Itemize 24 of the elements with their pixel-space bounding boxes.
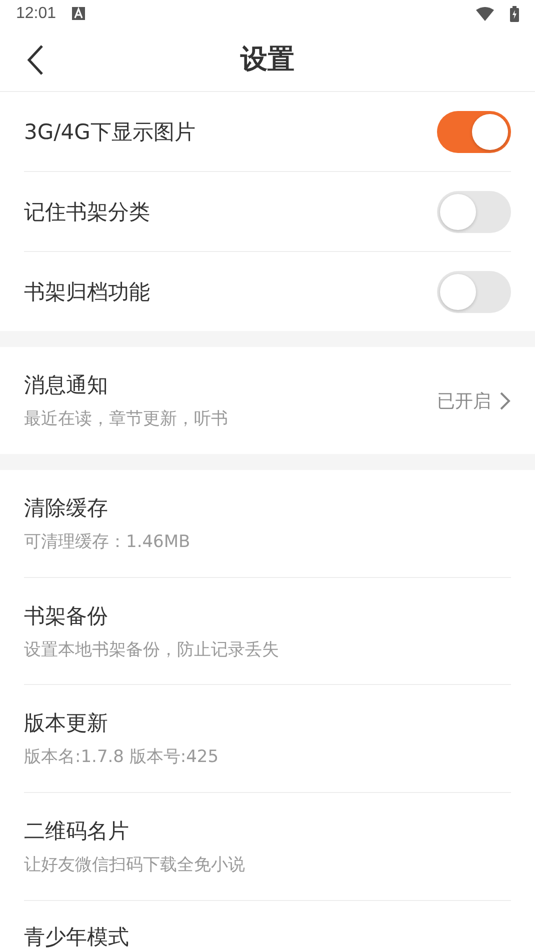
setting-description: 版本名:1.7.8 版本号:425	[24, 746, 220, 768]
wifi-icon	[476, 6, 494, 21]
setting-label: 青少年模式	[24, 925, 129, 950]
setting-label: 清除缓存	[24, 494, 109, 522]
toggle-switch[interactable]	[437, 270, 511, 313]
setting-label: 书架归档功能	[24, 278, 150, 306]
setting-description: 让好友微信扫码下载全免小说	[24, 854, 246, 876]
page-title: 设置	[240, 43, 294, 78]
chevron-right-icon	[499, 390, 511, 411]
setting-label: 3G/4G下显示图片	[24, 118, 196, 146]
setting-description: 可清理缓存：1.46MB	[24, 530, 192, 553]
toggle-switch[interactable]	[437, 190, 511, 233]
setting-description: 最近在读，章节更新，听书	[24, 408, 229, 430]
setting-value: 已开启	[437, 390, 491, 413]
setting-description: 设置本地书架备份，防止记录丢失	[24, 638, 280, 660]
setting-label: 书架备份	[24, 602, 109, 630]
status-time: 12:01	[16, 4, 56, 23]
setting-label: 二维码名片	[24, 818, 130, 846]
setting-label: 版本更新	[24, 710, 109, 738]
setting-label: 记住书架分类	[24, 198, 150, 226]
battery-icon	[510, 6, 519, 22]
setting-label: 消息通知	[24, 372, 109, 400]
toggle-switch[interactable]	[437, 110, 511, 153]
notification-icon	[72, 7, 86, 20]
